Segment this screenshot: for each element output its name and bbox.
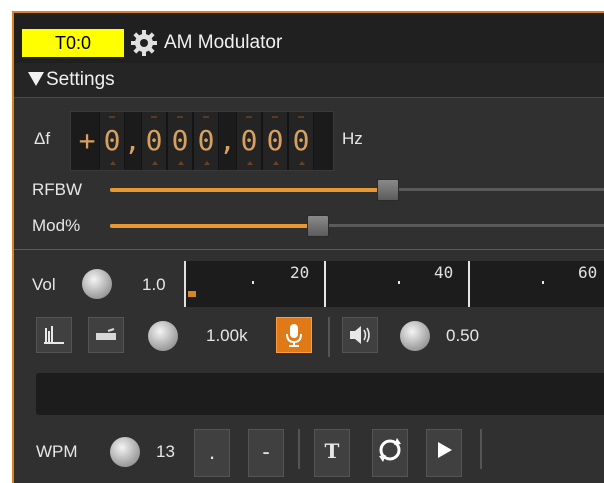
microphone-button[interactable] xyxy=(276,317,312,353)
mod-handle[interactable] xyxy=(307,215,329,237)
freq-shift-label: Δf xyxy=(34,129,51,148)
tone-frequency-knob[interactable] xyxy=(148,321,178,351)
text-mode-button[interactable]: T xyxy=(314,429,350,477)
section-divider xyxy=(14,249,604,250)
rfbw-handle[interactable] xyxy=(377,179,399,201)
toolbar-separator xyxy=(480,429,482,469)
tone-icon xyxy=(96,328,116,340)
speaker-icon xyxy=(350,326,370,344)
freq-separator: , xyxy=(219,124,236,157)
meter-level-bar xyxy=(188,291,196,297)
toolbar-separator xyxy=(298,429,300,469)
meter-minor-tick xyxy=(542,281,544,284)
channel-id-badge[interactable]: T0:0 xyxy=(22,29,124,57)
meter-label: 60 xyxy=(578,263,598,282)
play-icon xyxy=(438,442,452,458)
freq-digit[interactable]: 0 xyxy=(99,112,125,170)
wpm-knob[interactable] xyxy=(110,437,140,467)
play-button[interactable] xyxy=(426,429,462,477)
repeat-button[interactable] xyxy=(372,429,408,477)
dot-button[interactable]: . xyxy=(194,429,230,477)
mod-label: Mod% xyxy=(32,216,81,235)
settings-toggle[interactable]: Settings xyxy=(28,67,115,93)
gear-icon[interactable] xyxy=(130,29,158,57)
title-bar: T0:0 AM Modulator xyxy=(14,13,604,63)
triangle-down-icon xyxy=(28,72,44,86)
window-title: AM Modulator xyxy=(164,32,283,53)
level-meter: 20 40 60 xyxy=(184,261,604,307)
spectrum-button[interactable] xyxy=(36,317,72,353)
speaker-button[interactable] xyxy=(342,317,378,353)
tone-frequency-value: 1.00k xyxy=(206,326,248,345)
microphone-icon xyxy=(286,324,302,347)
settings-header[interactable]: Settings xyxy=(14,63,604,98)
freq-digit[interactable]: 0 xyxy=(236,112,262,170)
repeat-icon xyxy=(379,438,401,462)
toolbar-separator xyxy=(328,317,330,357)
wpm-value: 13 xyxy=(156,442,175,461)
freq-sign[interactable]: + xyxy=(75,112,99,170)
tone-button[interactable] xyxy=(88,317,124,353)
rfbw-label: RFBW xyxy=(32,180,83,199)
volume-label: Vol xyxy=(32,275,56,294)
meter-minor-tick xyxy=(252,281,254,284)
modulator-panel: T0:0 AM Modulator Settings Δf + 0 , 0 0 … xyxy=(12,11,604,483)
meter-major-tick xyxy=(324,261,326,307)
dash-button[interactable]: - xyxy=(248,429,284,477)
freq-digit[interactable]: 0 xyxy=(141,112,167,170)
settings-label: Settings xyxy=(46,69,115,90)
freq-digit[interactable]: 0 xyxy=(167,112,193,170)
rfbw-fill xyxy=(110,188,387,192)
wpm-label: WPM xyxy=(36,442,78,461)
freq-separator: , xyxy=(124,124,141,157)
frequency-dial[interactable]: + 0 , 0 0 0 , 0 0 0 xyxy=(70,111,334,171)
mod-slider[interactable] xyxy=(110,215,604,237)
meter-label: 40 xyxy=(434,263,454,282)
gain-value: 0.50 xyxy=(446,326,480,345)
volume-knob[interactable] xyxy=(82,269,112,299)
freq-unit: Hz xyxy=(342,129,363,148)
gain-knob[interactable] xyxy=(400,321,430,351)
meter-minor-tick xyxy=(398,281,400,284)
meter-label: 20 xyxy=(290,263,310,282)
mod-fill xyxy=(110,224,317,228)
freq-digit[interactable]: 0 xyxy=(262,112,288,170)
meter-major-tick xyxy=(468,261,470,307)
spectrum-icon xyxy=(44,326,64,344)
freq-digit[interactable]: 0 xyxy=(288,112,314,170)
volume-value: 1.0 xyxy=(142,275,166,294)
rfbw-slider[interactable] xyxy=(110,179,604,201)
freq-digit[interactable]: 0 xyxy=(193,112,219,170)
morse-text-input[interactable] xyxy=(36,373,604,415)
